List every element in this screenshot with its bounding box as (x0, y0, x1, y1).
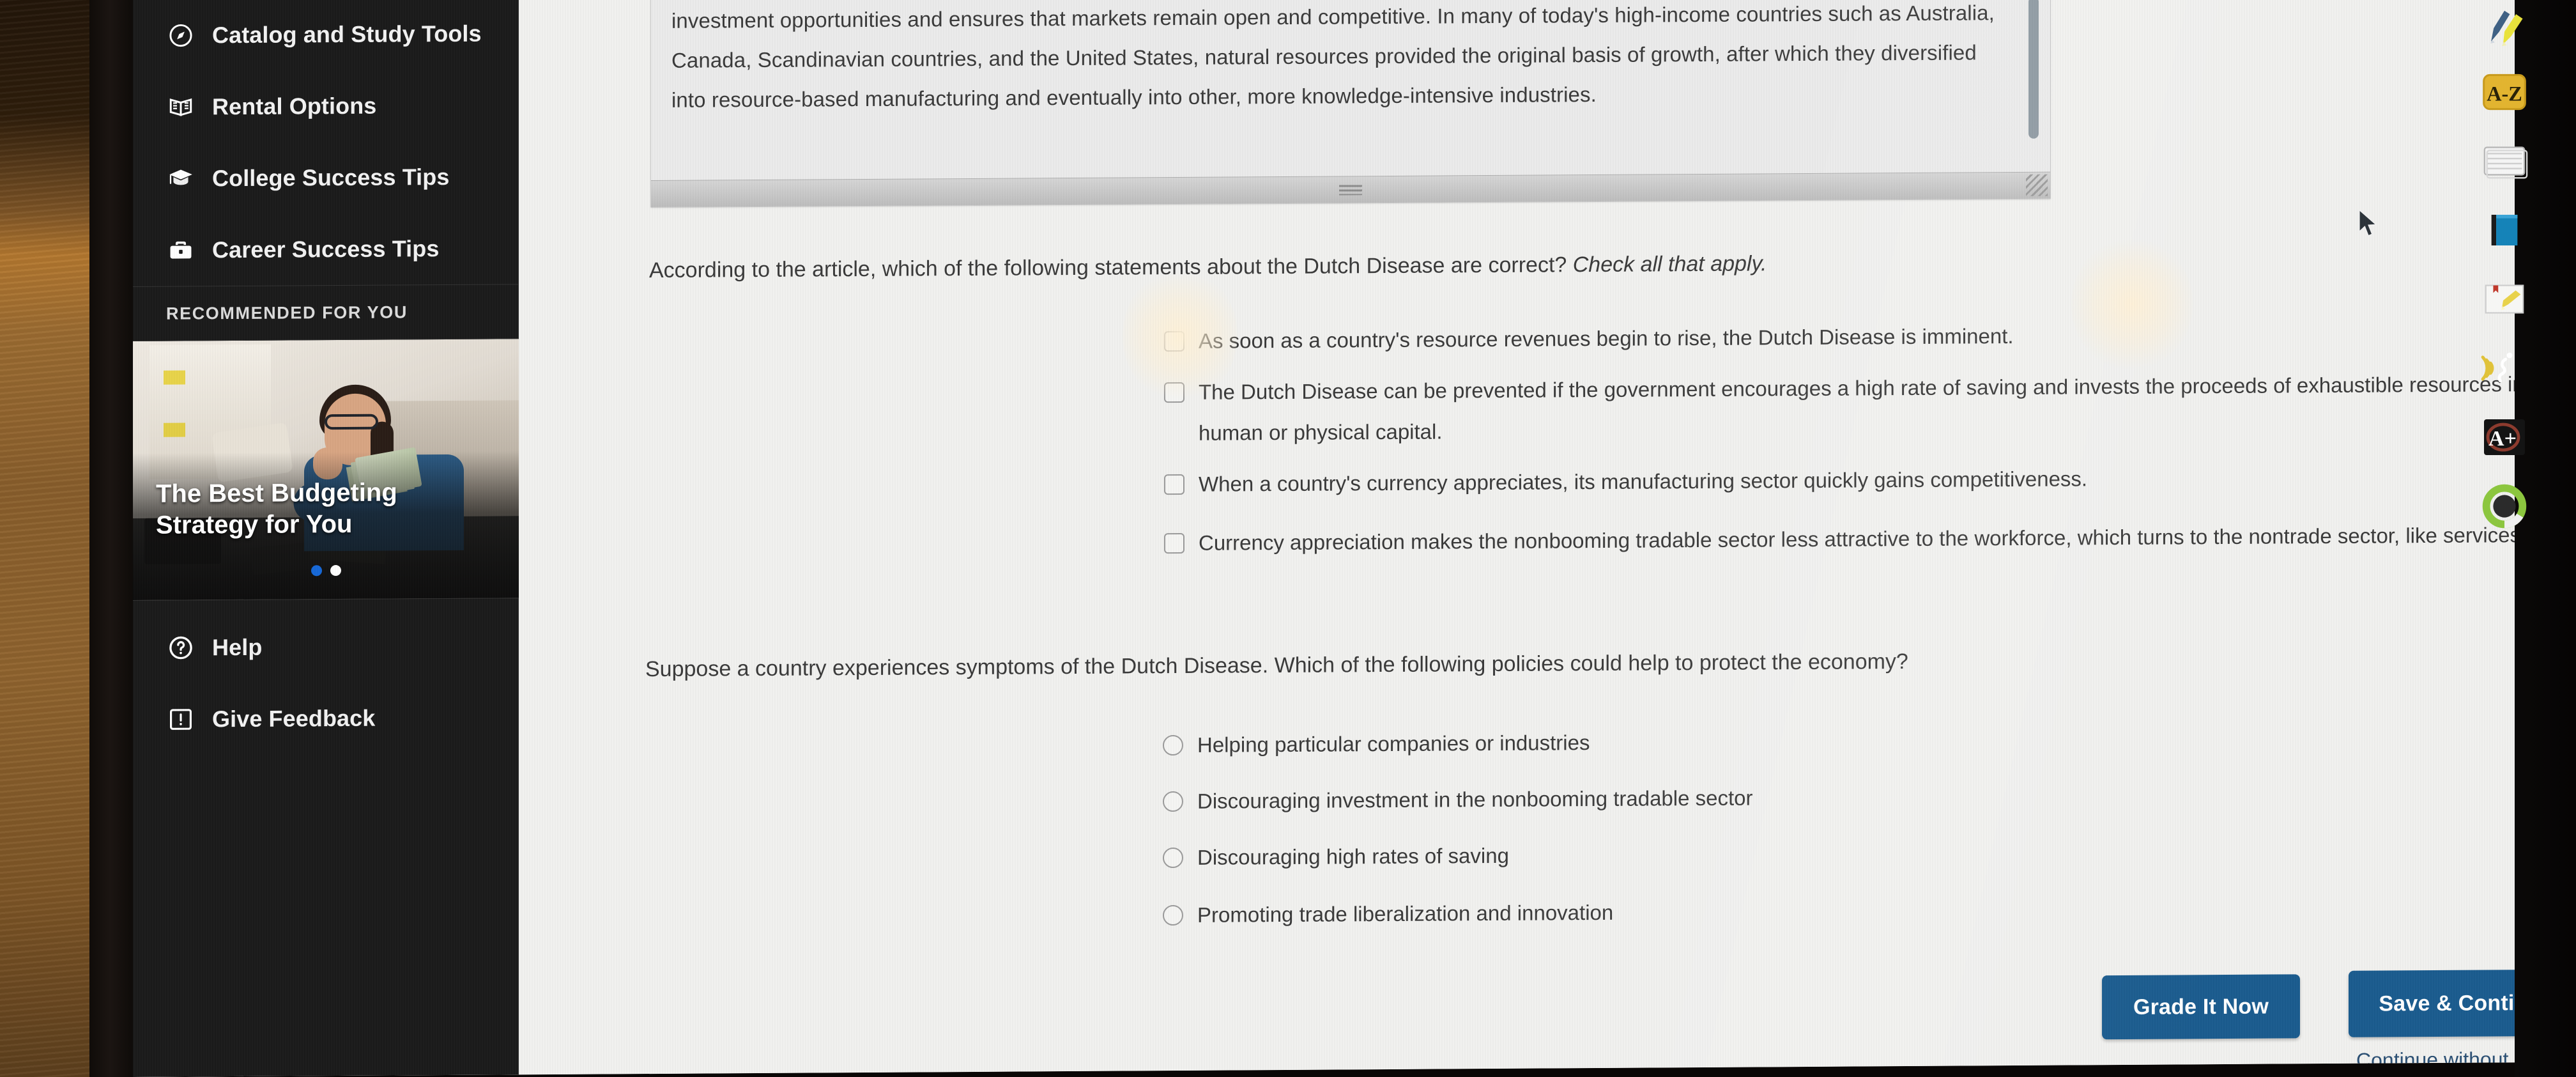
article-resize-bar[interactable] (651, 171, 2050, 208)
progress-ring-icon[interactable] (2474, 476, 2535, 537)
grade-a-plus-icon[interactable]: A+ (2474, 407, 2535, 468)
main-content: is not to grant subsidies and protection… (519, 0, 2516, 1075)
flashcards-icon[interactable] (2474, 130, 2535, 192)
carousel-dot-1[interactable] (310, 565, 322, 577)
right-tool-rail: A-Z A+ (2465, 0, 2548, 1077)
question-1-prompt-instruction: Check all that apply. (1572, 251, 1767, 277)
grade-it-now-button[interactable]: Grade It Now (2102, 974, 2300, 1040)
sidebar-item-label: Catalog and Study Tools (212, 20, 482, 49)
svg-text:A-Z: A-Z (2487, 82, 2522, 105)
option-label: When a country's currency appreciates, i… (1199, 467, 2088, 496)
article-excerpt-text: is not to grant subsidies and protection… (671, 1, 1995, 112)
sidebar-footer: Help Give Feedback (133, 598, 518, 755)
sidebar-item-college-success-tips[interactable]: College Success Tips (133, 141, 518, 215)
sidebar-item-help[interactable]: Help (133, 610, 518, 684)
sidebar-item-give-feedback[interactable]: Give Feedback (133, 681, 518, 755)
graduation-cap-icon (166, 164, 195, 193)
sidebar-item-label: Give Feedback (212, 704, 376, 732)
question-1-option-4[interactable]: Currency appreciation makes the nonboomi… (1164, 515, 2516, 564)
radio-icon[interactable] (1163, 904, 1183, 926)
recommended-card-title: The Best Budgeting Strategy for You (156, 478, 397, 539)
article-scrollbar[interactable] (2028, 0, 2039, 144)
option-label: As soon as a country's resource revenues… (1199, 324, 2014, 353)
option-label: The Dutch Disease can be prevented if th… (1199, 372, 2516, 445)
briefcase-icon (166, 235, 195, 265)
option-label: Discouraging high rates of saving (1197, 843, 1509, 869)
checkbox-icon[interactable] (1164, 474, 1184, 495)
radio-icon[interactable] (1163, 847, 1183, 869)
sidebar-item-rental-options[interactable]: Rental Options (133, 69, 518, 143)
ebook-icon[interactable] (2474, 199, 2535, 261)
screen-content: Catalog and Study Tools Rental Options C… (133, 0, 2516, 1077)
option-label: Currency appreciation makes the nonboomi… (1199, 523, 2516, 555)
note-highlight-icon[interactable] (2474, 268, 2535, 330)
option-label: Promoting trade liberalization and innov… (1197, 900, 1614, 927)
question-1-option-3[interactable]: When a country's currency appreciates, i… (1164, 456, 2516, 505)
recommended-card[interactable]: The Best Budgeting Strategy for You (133, 339, 519, 600)
question-2-prompt: Suppose a country experiences symptoms o… (645, 649, 1908, 682)
question-1-option-2[interactable]: The Dutch Disease can be prevented if th… (1164, 364, 2516, 454)
question-circle-icon (166, 633, 195, 662)
sidebar-item-catalog-and-study-tools[interactable]: Catalog and Study Tools (133, 0, 518, 72)
question-2-option-2[interactable]: Discouraging investment in the nonboomin… (1163, 773, 2516, 822)
monitor-bezel-left (89, 0, 135, 1077)
recommended-section-header: RECOMMENDED FOR YOU (133, 284, 518, 341)
question-2-option-3[interactable]: Discouraging high rates of saving (1163, 829, 2516, 878)
left-sidebar: Catalog and Study Tools Rental Options C… (133, 0, 519, 1077)
feedback-exclamation-icon (166, 704, 195, 734)
radio-icon[interactable] (1163, 734, 1183, 756)
radio-icon[interactable] (1163, 791, 1183, 812)
compass-icon (166, 20, 195, 50)
option-label: Discouraging investment in the nonboomin… (1197, 786, 1753, 813)
open-book-icon (166, 92, 195, 121)
mouse-cursor (2359, 208, 2378, 236)
checkbox-icon[interactable] (1164, 330, 1184, 352)
wooden-desk-surface (0, 0, 97, 1077)
option-label: Helping particular companies or industri… (1197, 731, 1590, 757)
carousel-dot-2[interactable] (330, 565, 341, 577)
question-1-prompt: According to the article, which of the f… (649, 245, 2182, 286)
svg-text:A+: A+ (2488, 427, 2517, 451)
question-2-option-1[interactable]: Helping particular companies or industri… (1163, 717, 2516, 766)
checkbox-icon[interactable] (1164, 532, 1184, 554)
question-1-option-1[interactable]: As soon as a country's resource revenues… (1164, 313, 2516, 362)
photographed-monitor: Catalog and Study Tools Rental Options C… (0, 0, 2576, 1077)
resize-corner-handle[interactable] (2026, 174, 2048, 196)
article-scrollbar-thumb[interactable] (2028, 0, 2039, 139)
read-aloud-icon[interactable] (2474, 337, 2535, 399)
checkbox-icon[interactable] (1164, 382, 1184, 403)
pen-highlighter-icon[interactable] (2474, 0, 2535, 59)
sidebar-item-label: College Success Tips (212, 163, 450, 192)
glossary-a-z-icon[interactable]: A-Z (2474, 61, 2535, 123)
question-1-prompt-main: According to the article, which of the f… (649, 252, 1573, 283)
sidebar-item-career-success-tips[interactable]: Career Success Tips (133, 212, 518, 286)
question-2-option-4[interactable]: Promoting trade liberalization and innov… (1163, 887, 2516, 936)
sidebar-item-label: Rental Options (212, 92, 377, 120)
resize-grip-icon (1339, 184, 1362, 195)
sidebar-item-label: Help (212, 633, 263, 661)
article-excerpt-panel: is not to grant subsidies and protection… (650, 0, 2051, 208)
sidebar-item-label: Career Success Tips (212, 235, 440, 263)
